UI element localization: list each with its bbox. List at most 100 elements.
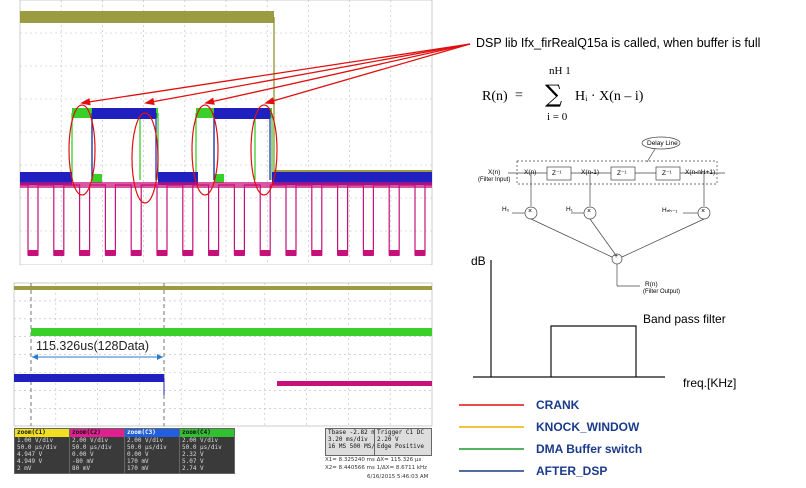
dsp-annotation: DSP lib Ifx_firRealQ15a is called, when … [476,36,761,50]
zoom-green-trace [31,328,432,336]
magenta-band-low [234,250,245,256]
magenta-band-low [79,250,90,256]
filter-plot [473,260,665,378]
oscilloscope-capture [0,0,440,427]
blue-high [214,108,270,119]
fir-output-sub: (Filter Output) [643,289,681,295]
fir-input-sub: (Filter Input) [478,177,511,183]
magenta-band-low [415,250,425,256]
channel-panel-c4: zoom(C4) 2.00 V/div 50.0 µs/div 2.32 V 5… [179,428,235,474]
magenta-band-low [363,250,374,256]
channel-value: 1.00 V/div [17,437,54,444]
zoom-magenta-trace [277,381,432,386]
channel-value: -80 mV [72,458,94,465]
fir-delay-1: Z⁻¹ [617,170,627,177]
cursor-readout-1: X1= 8.325240 ms ΔX= 115.326 µs [325,457,422,463]
formula-sum-upper: nH 1 [549,65,571,77]
legend-label-knock-window: KNOCK_WINDOW [536,420,640,434]
timebase-value: 3.20 ms/div [328,436,368,443]
magenta-band-low [337,250,348,256]
channel-value: 2.00 V/div [72,437,109,444]
magenta-band-low [260,250,271,256]
fir-mult-1: × [587,208,592,215]
magenta-band-low [28,250,38,256]
fir-tap-2: X(n-nH+1) [685,169,716,176]
fir-coef-1: H₁ [566,206,573,213]
channel-value: 2.00 V/div [182,437,219,444]
channel-header: zoom(C3) [125,429,179,437]
formula-equals: = [515,88,523,103]
channel-value: 50.0 µs/div [182,444,222,451]
formula-lhs: R(n) [482,89,508,104]
timebase-value: Tbase -2.82 ms [328,429,375,436]
trigger-value: 2.20 V [377,436,399,443]
fir-tap-0: X(n) [524,169,537,176]
channel-value: 4.947 V [17,451,43,458]
sum-feed [589,218,616,255]
channel-header: zoom(C4) [180,429,234,437]
magenta-band-low [53,250,64,256]
channel-value: 80 mV [72,465,91,472]
magenta-band-low [157,250,167,256]
legend-label-crank: CRANK [536,398,580,412]
formula-sum-sign: ∑ [545,80,563,108]
trigger-panel: Trigger C1 DC 2.20 V Edge Positive [374,428,432,456]
channel-value: 2.74 V [182,465,204,472]
fir-delay-0: Z⁻¹ [552,170,562,177]
channel-value: 50.0 µs/div [17,444,57,451]
channel-value: 0.00 V [72,451,94,458]
fir-input-label: X(n) [488,169,501,176]
timebase-value: 16 MS 500 MS/s [328,443,375,450]
magenta-band-low [389,250,400,256]
zoom-blue-trace [14,374,164,382]
sum-feed [530,218,613,258]
channel-header: zoom(C2) [70,429,124,437]
measurement-label: 115.326us(128Data) [36,339,150,353]
legend-label-after-dsp: AFTER_DSP [536,464,608,478]
formula-rhs: Hᵢ · X(n – i) [575,89,644,104]
channel-value: 170 mV [127,458,149,465]
cursor-readout-2: X2= 8.440566 ms 1/ΔX= 8.6711 kHz [325,465,428,471]
scope-gap [0,265,440,285]
delay-line-pointer [646,148,656,163]
magenta-band-low [131,250,142,256]
formula-sum-lower: i = 0 [547,111,568,123]
channel-panel-c3: zoom(C3) 2.00 V/div 50.0 µs/div 0.00 V 1… [124,428,180,474]
channel-panel-c2: zoom(C2) 2.00 V/div 50.0 µs/div 0.00 V -… [69,428,125,474]
channel-value: 5.07 V [182,458,204,465]
channel-value: 0.00 V [127,451,149,458]
channel-panel-c1: zoom(C1) 1.00 V/div 50.0 µs/div 4.947 V … [14,428,70,474]
channel-value: 50.0 µs/div [72,444,112,451]
legend-label-dma-buffer-switch: DMA Buffer switch [536,442,643,456]
fir-mult-0: × [528,208,533,215]
filter-band-label: Band pass filter [643,312,726,326]
trigger-value: Trigger C1 DC [377,429,424,436]
fir-delay-2: Z⁻¹ [662,170,672,177]
legend-lines [459,404,524,472]
olive-trace-high [20,11,274,23]
magenta-band-low [182,250,193,256]
channel-value: 2.00 V/div [127,437,164,444]
channel-value: 2 mV [17,465,32,472]
channel-value: 2.32 V [182,451,204,458]
fir-output-label: R(n) [645,281,658,288]
channel-value: 50.0 µs/div [127,444,167,451]
sum-feed [621,218,705,258]
filter-xlabel: freq.[KHz] [683,376,737,390]
channel-header: zoom(C1) [15,429,69,437]
scope-timestamp: 6/16/2015 5:46:03 AM [367,474,429,480]
fir-sum-symbol: + [614,253,619,260]
fir-tap-1: X(n-1) [581,169,600,176]
trigger-value: Edge Positive [377,443,424,450]
filter-passband [550,325,637,377]
fir-mult-2: × [701,208,706,215]
magenta-band-low [286,250,296,256]
magenta-band-low [311,250,322,256]
magenta-band-low [208,250,219,256]
fir-coef-0: H₀ [502,206,510,213]
fir-coef-2: Hₙₕ₋₁ [662,207,678,214]
magenta-band-low [105,250,116,256]
fir-structure [508,136,725,287]
channel-value: 4.949 V [17,458,43,465]
channel-value: 170 mV [127,465,149,472]
